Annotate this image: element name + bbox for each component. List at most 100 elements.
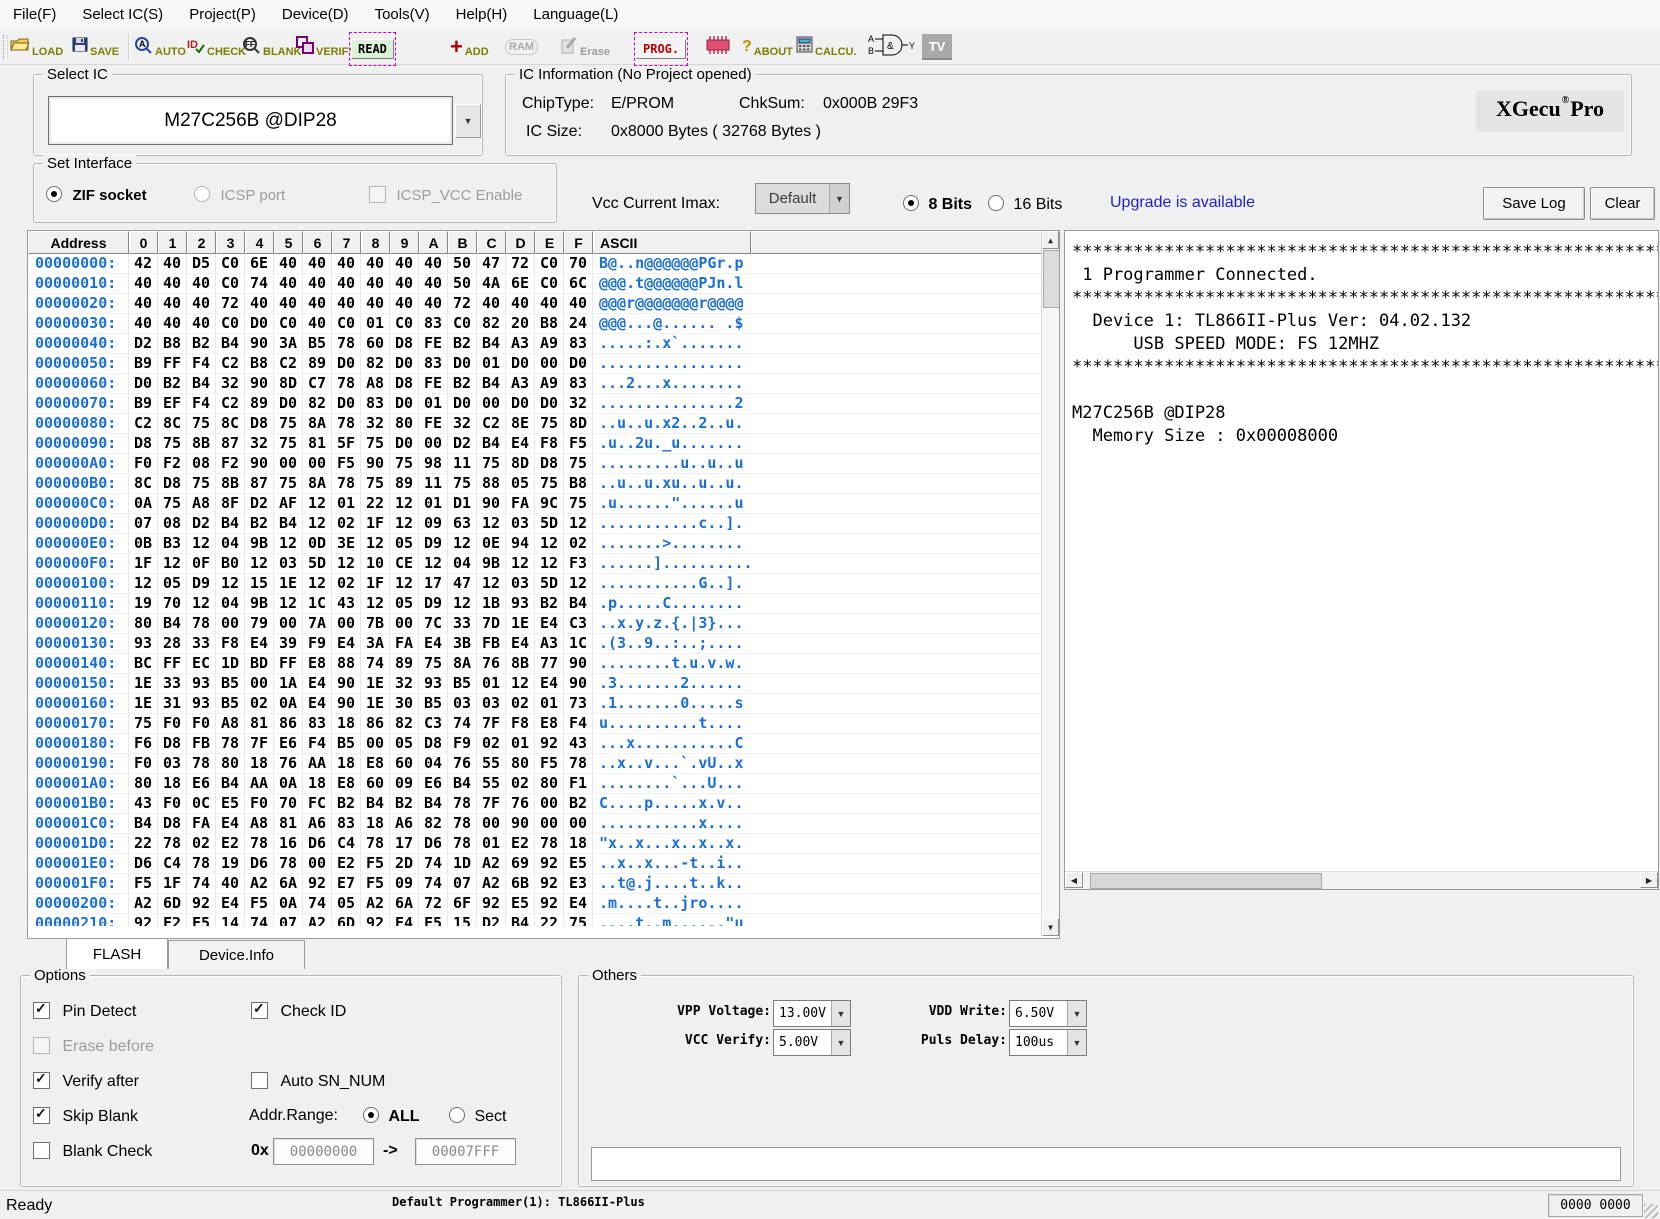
hex-byte[interactable]: 40 — [187, 314, 216, 333]
hex-ascii[interactable]: ................ — [593, 354, 744, 373]
hex-byte[interactable]: 47 — [477, 254, 506, 273]
hex-byte[interactable]: B4 — [274, 514, 303, 533]
hex-byte[interactable]: 83 — [361, 394, 390, 413]
hex-byte[interactable]: 02 — [245, 694, 274, 713]
hex-byte[interactable]: 8C — [158, 414, 187, 433]
hex-byte[interactable]: E4 — [564, 894, 593, 913]
hex-byte[interactable]: 40 — [419, 254, 448, 273]
hex-byte[interactable]: F5 — [361, 874, 390, 893]
hex-byte[interactable]: F4 — [564, 714, 593, 733]
hex-byte[interactable]: 7F — [477, 714, 506, 733]
hex-byte[interactable]: 00 — [390, 614, 419, 633]
auto-button[interactable]: A AUTO — [134, 32, 186, 62]
hex-byte[interactable]: 40 — [361, 254, 390, 273]
hex-byte[interactable]: 88 — [332, 654, 361, 673]
hex-byte[interactable]: E4 — [506, 434, 535, 453]
hex-byte[interactable]: 40 — [129, 314, 158, 333]
hex-byte[interactable]: 40 — [158, 274, 187, 293]
hex-byte[interactable]: 7A — [303, 614, 332, 633]
hex-byte[interactable]: D0 — [274, 394, 303, 413]
read-button[interactable]: READ — [349, 32, 396, 66]
hex-byte[interactable]: 12 — [216, 574, 245, 593]
auto-sn-checkbox[interactable]: Auto SN_NUM — [251, 1072, 385, 1091]
hex-byte[interactable]: 40 — [419, 294, 448, 313]
hex-ascii[interactable]: ...........c..]. — [593, 514, 744, 533]
hex-byte[interactable]: E5 — [506, 894, 535, 913]
hex-byte[interactable]: 5F — [332, 434, 361, 453]
hex-byte[interactable]: 3E — [332, 534, 361, 553]
hex-byte[interactable]: D1 — [448, 494, 477, 513]
hex-byte[interactable]: E4 — [419, 634, 448, 653]
hex-ascii[interactable]: .1.......0.....s — [593, 694, 744, 713]
hex-byte[interactable]: D0 — [448, 354, 477, 373]
hex-byte[interactable]: 6E — [245, 254, 274, 273]
hex-byte[interactable]: 05 — [332, 894, 361, 913]
hex-byte[interactable]: BD — [245, 654, 274, 673]
vpp-dropdown-button[interactable] — [831, 1001, 850, 1026]
hex-byte[interactable]: 90 — [564, 674, 593, 693]
hex-byte[interactable]: A2 — [477, 874, 506, 893]
hex-byte[interactable]: 75 — [274, 434, 303, 453]
hex-byte[interactable]: B2 — [187, 334, 216, 353]
log-scroll-thumb[interactable] — [1090, 873, 1322, 889]
hex-byte[interactable]: 3A — [361, 634, 390, 653]
hex-byte[interactable]: 3A — [274, 334, 303, 353]
hex-byte[interactable]: 32 — [448, 414, 477, 433]
hex-byte[interactable]: 83 — [303, 714, 332, 733]
hex-byte[interactable]: CE — [390, 554, 419, 573]
hex-byte[interactable]: 70 — [274, 794, 303, 813]
hex-byte[interactable]: 92 — [535, 874, 564, 893]
pin-detect-checkbox[interactable]: Pin Detect — [33, 1002, 136, 1021]
hex-ascii[interactable]: ..x..x...-t..i.. — [593, 854, 744, 873]
hex-byte[interactable]: 78 — [158, 834, 187, 853]
hex-ascii[interactable]: @@@.t@@@@@@PJn.l — [593, 274, 744, 293]
hex-byte[interactable]: D8 — [390, 374, 419, 393]
hex-byte[interactable]: F8 — [506, 714, 535, 733]
hex-byte[interactable]: A8 — [216, 714, 245, 733]
hex-byte[interactable]: 78 — [332, 374, 361, 393]
hex-byte[interactable]: 02 — [187, 834, 216, 853]
hex-byte[interactable]: 07 — [274, 914, 303, 926]
hex-byte[interactable]: D8 — [158, 734, 187, 753]
hex-byte[interactable]: FB — [187, 734, 216, 753]
hex-byte[interactable]: 10 — [361, 554, 390, 573]
hex-byte[interactable]: 33 — [448, 614, 477, 633]
hex-byte[interactable]: D8 — [390, 334, 419, 353]
hex-byte[interactable]: B4 — [477, 434, 506, 453]
hex-ascii[interactable]: ..u..u.x2..2..u. — [593, 414, 744, 433]
clear-button[interactable]: Clear — [1590, 187, 1655, 220]
hex-ascii[interactable]: u..........t.... — [593, 714, 744, 733]
hex-byte[interactable]: 92 — [187, 894, 216, 913]
hex-byte[interactable]: 00 — [216, 614, 245, 633]
menu-file[interactable]: File(F) — [0, 0, 69, 30]
hex-byte[interactable]: 12 — [390, 494, 419, 513]
hex-byte[interactable]: 87 — [216, 434, 245, 453]
hex-byte[interactable]: C2 — [216, 394, 245, 413]
hex-byte[interactable]: 12 — [187, 594, 216, 613]
hex-byte[interactable]: 22 — [535, 914, 564, 926]
hex-byte[interactable]: 89 — [303, 354, 332, 373]
hex-byte[interactable]: 1F — [361, 514, 390, 533]
hex-byte[interactable]: 78 — [332, 414, 361, 433]
hex-byte[interactable]: B2 — [564, 794, 593, 813]
hex-byte[interactable]: 12 — [506, 554, 535, 573]
hex-byte[interactable]: 12 — [332, 554, 361, 573]
hex-byte[interactable]: 12 — [390, 514, 419, 533]
hex-byte[interactable]: E4 — [216, 894, 245, 913]
hex-ascii[interactable]: .....:.x`....... — [593, 334, 744, 353]
hex-byte[interactable]: 02 — [332, 514, 361, 533]
hex-byte[interactable]: 78 — [332, 334, 361, 353]
erase-button[interactable]: Erase — [560, 32, 610, 62]
hex-byte[interactable]: 11 — [419, 474, 448, 493]
hex-byte[interactable]: 1F — [158, 874, 187, 893]
hex-byte[interactable]: 5D — [303, 554, 332, 573]
hex-byte[interactable]: 17 — [390, 834, 419, 853]
hex-byte[interactable]: 40 — [390, 254, 419, 273]
hex-byte[interactable]: B4 — [216, 334, 245, 353]
hex-byte[interactable]: 80 — [129, 774, 158, 793]
hex-byte[interactable]: D0 — [390, 354, 419, 373]
hex-byte[interactable]: 80 — [390, 414, 419, 433]
hex-byte[interactable]: 40 — [390, 294, 419, 313]
hex-byte[interactable]: 12 — [448, 534, 477, 553]
hex-byte[interactable]: 12 — [477, 514, 506, 533]
